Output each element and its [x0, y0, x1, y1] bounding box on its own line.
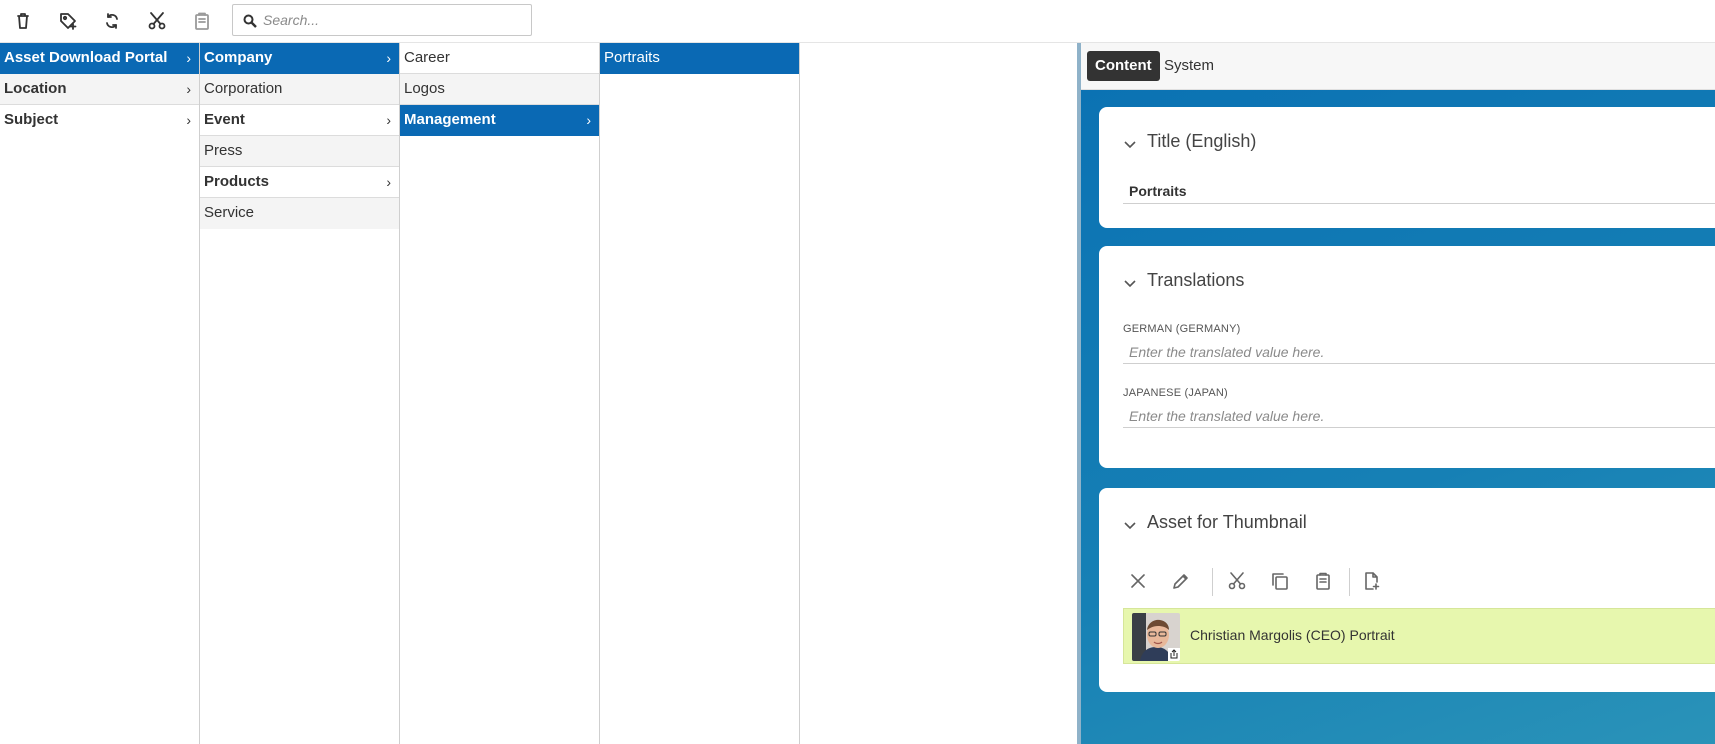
tree-column-2: Company › Corporation Event › Press Prod…: [200, 43, 400, 744]
tree-column-1: Asset Download Portal › Location › Subje…: [0, 43, 200, 744]
tree-item-corporation[interactable]: Corporation: [200, 74, 399, 105]
copy-icon: [1272, 573, 1288, 590]
search-box: [232, 4, 532, 36]
tag-add-icon: [60, 13, 77, 30]
close-icon: [1131, 574, 1145, 588]
tree-item-management[interactable]: Management ›: [400, 105, 599, 136]
chevron-right-icon: ›: [386, 174, 391, 190]
tree-item-label: Company: [204, 49, 273, 66]
new-asset-button[interactable]: [1356, 566, 1386, 596]
asset-section-header[interactable]: Asset for Thumbnail: [1123, 512, 1307, 533]
asset-name: Christian Margolis (CEO) Portrait: [1190, 627, 1395, 643]
chevron-right-icon: ›: [586, 112, 591, 128]
copy-asset-button[interactable]: [1265, 566, 1295, 596]
tree-item-logos[interactable]: Logos: [400, 74, 599, 105]
tree-item-label: Career: [404, 49, 450, 66]
toolbar-separator: [1349, 568, 1350, 596]
asset-item[interactable]: Christian Margolis (CEO) Portrait: [1123, 608, 1715, 664]
paste-asset-button[interactable]: [1308, 566, 1338, 596]
tree-item-subject[interactable]: Subject ›: [0, 105, 199, 136]
trash-icon: [17, 13, 29, 29]
refresh-icon: [106, 13, 118, 29]
search-input[interactable]: [263, 5, 523, 35]
edit-asset-button[interactable]: [1166, 566, 1196, 596]
tree-item-label: Press: [204, 142, 243, 159]
section-heading: Translations: [1147, 270, 1245, 290]
translations-section-header[interactable]: Translations: [1123, 270, 1244, 291]
chevron-right-icon: ›: [186, 81, 191, 97]
chevron-down-icon: [1123, 135, 1137, 149]
tree-item-label: Logos: [404, 80, 445, 97]
paste-button[interactable]: [187, 7, 217, 35]
tree-item-career[interactable]: Career: [400, 43, 599, 74]
clipboard-icon: [195, 12, 209, 30]
tab-system[interactable]: System: [1156, 51, 1222, 81]
title-section-header[interactable]: Title (English): [1123, 131, 1256, 152]
chevron-right-icon: ›: [386, 112, 391, 128]
tree-item-label: Asset Download Portal: [4, 49, 168, 66]
pencil-icon: [1173, 574, 1188, 589]
tree-item-event[interactable]: Event ›: [200, 105, 399, 136]
section-heading: Title (English): [1147, 131, 1257, 151]
tree-item-label: Portraits: [604, 49, 660, 66]
scissors-icon: [148, 12, 166, 30]
delete-button[interactable]: [8, 7, 38, 35]
chevron-right-icon: ›: [186, 50, 191, 66]
cut-button[interactable]: [142, 7, 172, 35]
toolbar: [0, 0, 1715, 43]
tree-item-label: Location: [4, 80, 67, 97]
cut-asset-button[interactable]: [1222, 566, 1252, 596]
field-underline: [1123, 203, 1715, 204]
search-icon: [243, 14, 257, 28]
tree-item-label: Products: [204, 173, 270, 190]
tree-item-label: Subject: [4, 111, 59, 128]
detail-panel: Content System Title (English) Portraits…: [1081, 43, 1715, 744]
tree-item-label: Management: [404, 111, 496, 128]
tree-item-portraits[interactable]: Portraits: [600, 43, 799, 74]
translations-card: Translations GERMAN (GERMANY) JAPANESE (…: [1099, 246, 1715, 468]
tree-item-label: Event: [204, 111, 245, 128]
asset-thumbnail-card: Asset for Thumbnail Christian Margolis (…: [1099, 488, 1715, 692]
toolbar-separator: [1212, 568, 1213, 596]
tree-item-company[interactable]: Company ›: [200, 43, 399, 74]
title-card: Title (English) Portraits: [1099, 107, 1715, 228]
clipboard-icon: [1316, 572, 1330, 590]
tree-item-location[interactable]: Location ›: [0, 74, 199, 105]
tree-item-service[interactable]: Service: [200, 198, 399, 229]
scissors-icon: [1228, 572, 1246, 590]
section-heading: Asset for Thumbnail: [1147, 512, 1307, 532]
tree-item-press[interactable]: Press: [200, 136, 399, 167]
tree-item-products[interactable]: Products ›: [200, 167, 399, 198]
chevron-down-icon: [1123, 516, 1137, 530]
chevron-down-icon: [1123, 274, 1137, 288]
title-value[interactable]: Portraits: [1129, 183, 1187, 199]
japanese-translation-input[interactable]: [1123, 404, 1715, 428]
tab-content[interactable]: Content: [1087, 51, 1160, 81]
japanese-label: JAPANESE (JAPAN): [1123, 387, 1228, 399]
refresh-button[interactable]: [97, 7, 127, 35]
file-add-icon: [1365, 572, 1380, 590]
tree-item-label: Corporation: [204, 80, 283, 97]
add-tag-button[interactable]: [53, 7, 83, 35]
remove-asset-button[interactable]: [1123, 566, 1153, 596]
german-translation-input[interactable]: [1123, 340, 1715, 364]
chevron-right-icon: ›: [386, 50, 391, 66]
asset-thumbnail-image: [1132, 613, 1180, 661]
tree-column-3: Career Logos Management ›: [400, 43, 600, 744]
chevron-right-icon: ›: [186, 112, 191, 128]
tree-column-4: Portraits: [600, 43, 800, 744]
tree-item-asset-download-portal[interactable]: Asset Download Portal ›: [0, 43, 199, 74]
tab-bar: Content System: [1081, 43, 1715, 90]
tree-item-label: Service: [204, 204, 255, 221]
german-label: GERMAN (GERMANY): [1123, 323, 1241, 335]
